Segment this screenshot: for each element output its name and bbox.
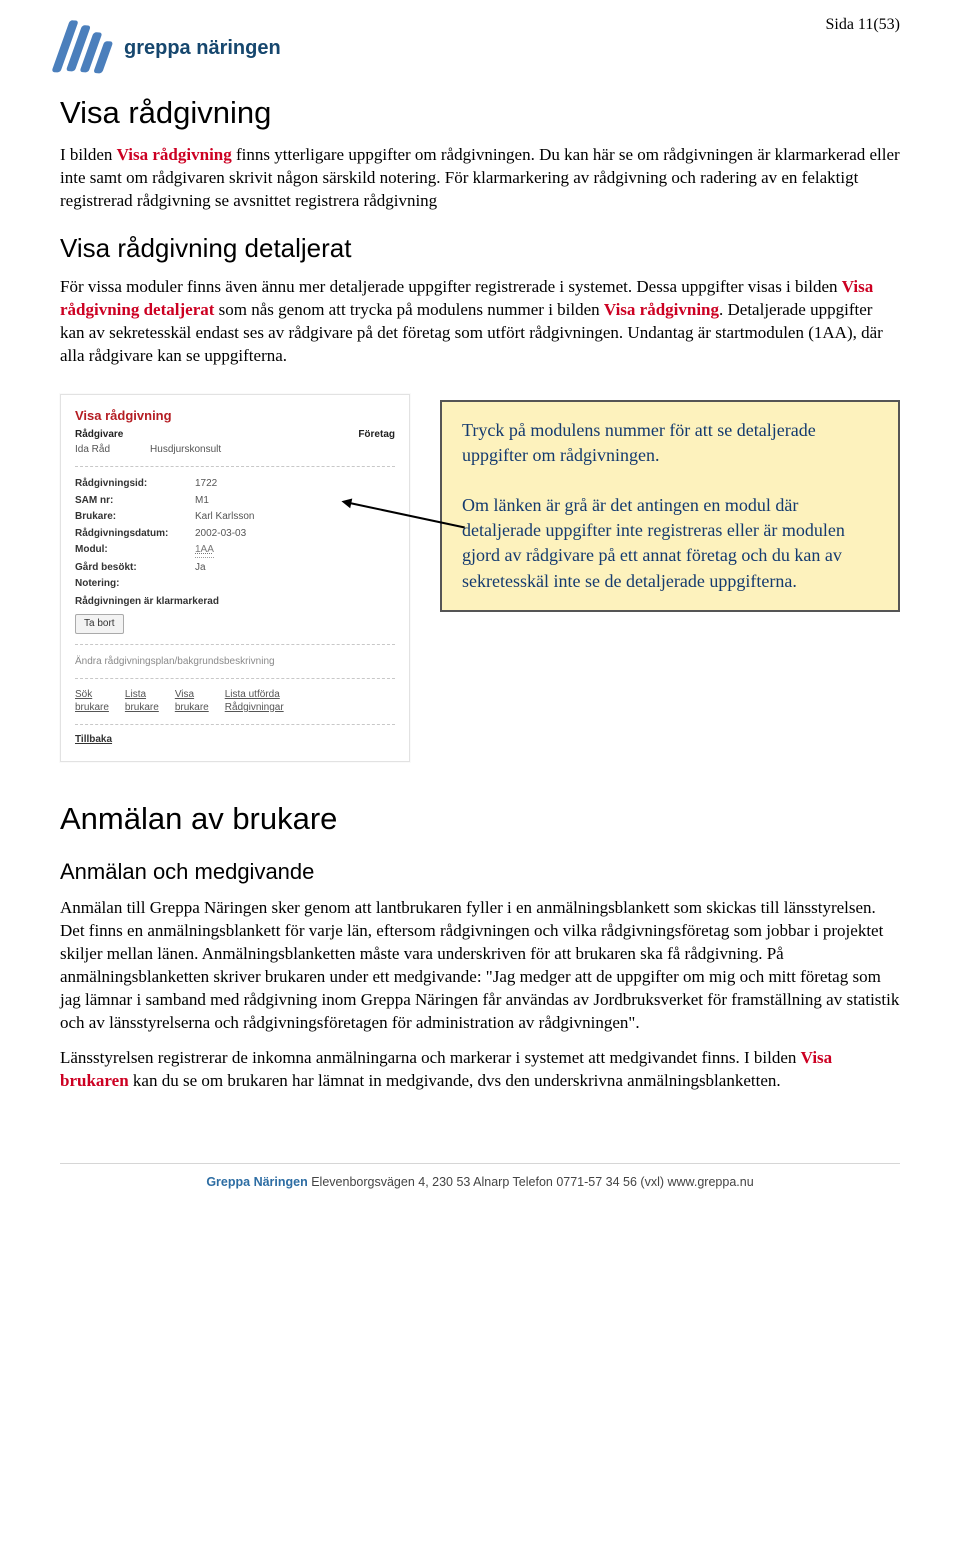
- kv-brukare-value: Karl Karlsson: [195, 510, 254, 524]
- kv-radgivningsid-value: 1722: [195, 477, 217, 491]
- panel-title: Visa rådgivning: [75, 407, 395, 425]
- tillbaka-link[interactable]: Tillbaka: [75, 733, 395, 747]
- kv-gard-label: Gård besökt:: [75, 561, 195, 575]
- footer-brand: Greppa Näringen: [206, 1175, 307, 1189]
- kv-klarmarkerad: Rådgivningen är klarmarkerad: [75, 595, 395, 609]
- page-footer: Greppa Näringen Elevenborgsvägen 4, 230 …: [60, 1163, 900, 1191]
- panel-head-foretag: Företag: [358, 428, 395, 442]
- link-visa-brukare[interactable]: Visabrukare: [175, 689, 209, 714]
- panel-and-callout-row: Visa rådgivning Rådgivare Företag Ida Rå…: [60, 394, 900, 762]
- heading-anmalan-av-brukare: Anmälan av brukare: [60, 798, 900, 840]
- panel-radgivare-name: Ida Råd: [75, 443, 110, 457]
- callout-box: Tryck på modulens nummer för att se deta…: [440, 400, 900, 612]
- kv-brukare-label: Brukare:: [75, 510, 195, 524]
- visa-radgivning-panel: Visa rådgivning Rådgivare Företag Ida Rå…: [60, 394, 410, 762]
- kv-radgivningsid-label: Rådgivningsid:: [75, 477, 195, 491]
- ref-visa-radgivning: Visa rådgivning: [117, 145, 232, 164]
- document-page: Sida 11(53) greppa näringen Visa rådgivn…: [0, 0, 960, 1210]
- callout-paragraph-1: Tryck på modulens nummer för att se deta…: [462, 418, 878, 468]
- paragraph-intro-1: I bilden Visa rådgivning finns ytterliga…: [60, 144, 900, 213]
- panel-bottom-links: Sökbrukare Listabrukare Visabrukare List…: [75, 689, 395, 725]
- kv-modul-label: Modul:: [75, 543, 195, 558]
- link-sok-brukare[interactable]: Sökbrukare: [75, 689, 109, 714]
- heading-visa-radgivning-detaljerat: Visa rådgivning detaljerat: [60, 231, 900, 266]
- panel-head-radgivare: Rådgivare: [75, 428, 123, 442]
- kv-samnr-label: SAM nr:: [75, 494, 195, 508]
- site-logo: greppa näringen: [60, 20, 900, 76]
- kv-gard-value: Ja: [195, 561, 206, 575]
- ta-bort-button[interactable]: Ta bort: [75, 614, 124, 634]
- ref-visa-radgivning-2: Visa rådgivning: [604, 300, 719, 319]
- andra-radgivningsplan-link[interactable]: Ändra rådgivningsplan/bakgrundsbeskrivni…: [75, 655, 395, 669]
- kv-datum-label: Rådgivningsdatum:: [75, 527, 195, 541]
- callout-paragraph-2: Om länken är grå är det antingen en modu…: [462, 493, 878, 594]
- panel-foretag-name: Husdjurskonsult: [150, 443, 221, 457]
- heading-visa-radgivning: Visa rådgivning: [60, 92, 900, 134]
- link-lista-utforda[interactable]: Lista utfördaRådgivningar: [225, 689, 284, 714]
- paragraph-anmalan-1: Anmälan till Greppa Näringen sker genom …: [60, 897, 900, 1035]
- logo-stripes-icon: [51, 18, 126, 78]
- heading-anmalan-och-medgivande: Anmälan och medgivande: [60, 857, 900, 887]
- kv-modul-link[interactable]: 1AA: [195, 543, 214, 558]
- footer-contact: Elevenborgsvägen 4, 230 53 Alnarp Telefo…: [308, 1175, 754, 1189]
- logo-text: greppa näringen: [124, 35, 281, 62]
- kv-datum-value: 2002-03-03: [195, 527, 246, 541]
- kv-notering-label: Notering:: [75, 577, 195, 591]
- page-number: Sida 11(53): [825, 14, 900, 36]
- paragraph-intro-2: För vissa moduler finns även ännu mer de…: [60, 276, 900, 368]
- link-lista-brukare[interactable]: Listabrukare: [125, 689, 159, 714]
- kv-samnr-value: M1: [195, 494, 209, 508]
- paragraph-anmalan-2: Länsstyrelsen registrerar de inkomna anm…: [60, 1047, 900, 1093]
